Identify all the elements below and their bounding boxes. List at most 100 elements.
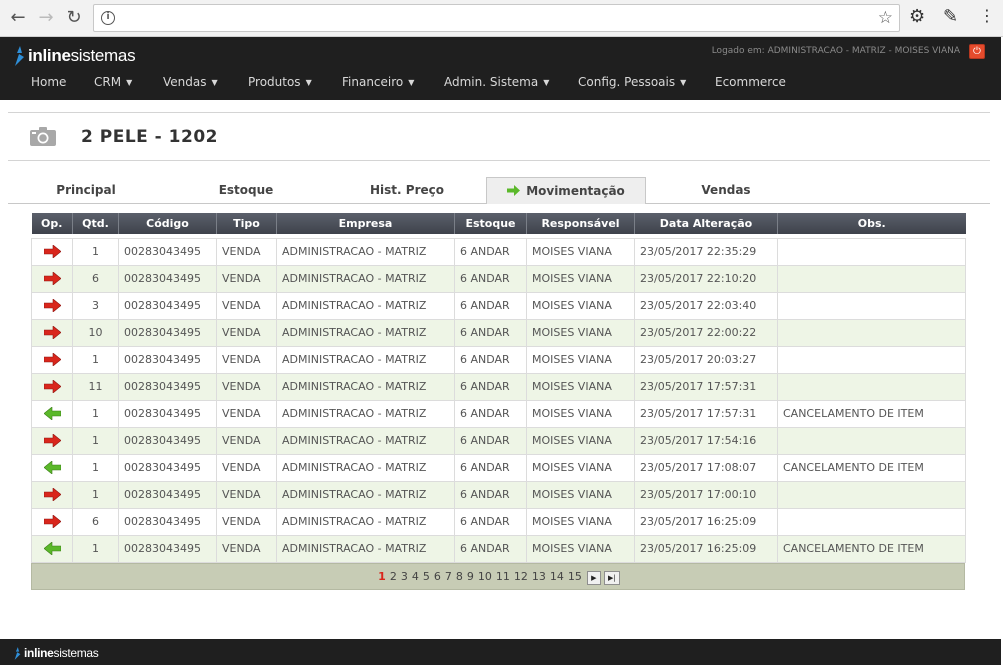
title-top-rule — [8, 112, 990, 113]
page-link[interactable]: 3 — [401, 570, 408, 583]
column-header[interactable]: Empresa — [276, 213, 455, 234]
table-row[interactable]: 6 00283043495 VENDA ADMINISTRACAO - MATRIZ 6… — [31, 507, 966, 536]
gear-icon[interactable]: ⚙ — [909, 6, 925, 27]
logout-power-icon[interactable]: ⏻ — [969, 44, 985, 59]
table-row[interactable]: 1 00283043495 VENDA ADMINISTRACAO - MATRIZ 6… — [31, 237, 966, 266]
cell-tipo: VENDA — [216, 291, 277, 320]
bookmark-star-icon[interactable]: ☆ — [878, 8, 893, 28]
info-icon[interactable]: i — [101, 11, 115, 25]
menu-item-vendas[interactable]: Vendas ▼ — [163, 75, 218, 89]
menu-item-config-pessoais[interactable]: Config. Pessoais ▼ — [578, 75, 686, 89]
cell-estoque: 6 ANDAR — [454, 291, 527, 320]
footer-logo-bold: inline — [24, 646, 54, 660]
tab-hist-preco[interactable]: Hist. Preço — [348, 177, 466, 204]
cell-estoque: 6 ANDAR — [454, 480, 527, 509]
column-header[interactable]: Qtd. — [72, 213, 119, 234]
cell-estoque: 6 ANDAR — [454, 345, 527, 374]
inline-sistemas-logo[interactable]: inlinesistemas — [14, 45, 136, 67]
page-link[interactable]: 8 — [456, 570, 463, 583]
page-link[interactable]: 7 — [445, 570, 452, 583]
camera-icon[interactable] — [30, 127, 56, 146]
eyedropper-extension-icon[interactable]: ✎ — [943, 6, 958, 27]
cell-data: 23/05/2017 20:03:27 — [634, 345, 778, 374]
red-arrow-right-icon — [43, 326, 61, 340]
red-arrow-right-icon — [43, 515, 61, 529]
page-link[interactable]: 15 — [568, 570, 582, 583]
cell-data: 23/05/2017 17:57:31 — [634, 399, 778, 428]
column-header[interactable]: Responsável — [526, 213, 635, 234]
table-row[interactable]: 1 00283043495 VENDA ADMINISTRACAO - MATRIZ 6… — [31, 534, 966, 563]
tab-principal[interactable]: Principal — [28, 177, 144, 204]
cell-qtd: 1 — [72, 480, 119, 509]
cell-obs — [777, 237, 966, 266]
cell-obs — [777, 291, 966, 320]
table-row[interactable]: 6 00283043495 VENDA ADMINISTRACAO - MATRIZ 6… — [31, 264, 966, 293]
table-row[interactable]: 1 00283043495 VENDA ADMINISTRACAO - MATRIZ 6… — [31, 345, 966, 374]
page-link[interactable]: 1 — [378, 570, 386, 583]
cell-tipo: VENDA — [216, 480, 277, 509]
column-header[interactable]: Obs. — [777, 213, 966, 234]
page-link[interactable]: 11 — [496, 570, 510, 583]
cell-responsavel: MOISES VIANA — [526, 372, 635, 401]
table-row[interactable]: 1 00283043495 VENDA ADMINISTRACAO - MATRIZ 6… — [31, 399, 966, 428]
cell-tipo: VENDA — [216, 507, 277, 536]
page-link[interactable]: 2 — [390, 570, 397, 583]
cell-responsavel: MOISES VIANA — [526, 318, 635, 347]
page-link[interactable]: 4 — [412, 570, 419, 583]
menu-dots-icon[interactable]: ⋮ — [979, 6, 995, 25]
menu-item-crm[interactable]: CRM ▼ — [94, 75, 132, 89]
column-header[interactable]: Data Alteração — [634, 213, 778, 234]
cell-obs — [777, 480, 966, 509]
op-cell — [31, 480, 73, 509]
table-row[interactable]: 3 00283043495 VENDA ADMINISTRACAO - MATRIZ 6… — [31, 291, 966, 320]
logo-mark-icon — [15, 46, 24, 66]
table-row[interactable]: 11 00283043495 VENDA ADMINISTRACAO - MATRIZ… — [31, 372, 966, 401]
op-cell — [31, 318, 73, 347]
column-header[interactable]: Estoque — [454, 213, 527, 234]
next-page-icon[interactable]: ▶ — [586, 570, 601, 585]
cell-estoque: 6 ANDAR — [454, 534, 527, 563]
address-bar[interactable]: i ☆ — [93, 4, 900, 32]
back-arrow-icon[interactable]: ← — [6, 6, 30, 30]
page-link[interactable]: 9 — [467, 570, 474, 583]
tab-movimentacao[interactable]: Movimentação — [486, 177, 646, 204]
menu-item-produtos[interactable]: Produtos ▼ — [248, 75, 312, 89]
cell-responsavel: MOISES VIANA — [526, 480, 635, 509]
browser-toolbar: ← → ↻ i ☆ ⚙ ✎ ⋮ — [0, 0, 1003, 37]
cell-obs: CANCELAMENTO DE ITEM — [777, 534, 966, 563]
page-link[interactable]: 14 — [550, 570, 564, 583]
cell-estoque: 6 ANDAR — [454, 453, 527, 482]
page-link[interactable]: 13 — [532, 570, 546, 583]
cell-estoque: 6 ANDAR — [454, 426, 527, 455]
menu-item-home[interactable]: Home — [31, 75, 66, 89]
table-row[interactable]: 1 00283043495 VENDA ADMINISTRACAO - MATRIZ 6… — [31, 480, 966, 509]
page-link[interactable]: 6 — [434, 570, 441, 583]
column-header[interactable]: Op. — [31, 213, 73, 234]
tab-bar: Principal Estoque Hist. Preço Movimentaç… — [8, 177, 990, 204]
page-link[interactable]: 12 — [514, 570, 528, 583]
cell-qtd: 11 — [72, 372, 119, 401]
last-page-icon[interactable]: ▶| — [603, 570, 620, 585]
table-row[interactable]: 1 00283043495 VENDA ADMINISTRACAO - MATRIZ 6… — [31, 426, 966, 455]
tab-vendas[interactable]: Vendas — [668, 177, 784, 204]
column-header[interactable]: Código — [118, 213, 217, 234]
red-arrow-right-icon — [43, 380, 61, 394]
red-arrow-right-icon — [43, 488, 61, 502]
cell-codigo: 00283043495 — [118, 399, 217, 428]
tab-estoque[interactable]: Estoque — [188, 177, 304, 204]
menu-item-ecommerce[interactable]: Ecommerce — [715, 75, 786, 89]
op-cell — [31, 507, 73, 536]
page-link[interactable]: 5 — [423, 570, 430, 583]
page-link[interactable]: 10 — [478, 570, 492, 583]
column-header[interactable]: Tipo — [216, 213, 277, 234]
op-cell — [31, 345, 73, 374]
menu-item-admin-sistema[interactable]: Admin. Sistema ▼ — [444, 75, 549, 89]
op-cell — [31, 372, 73, 401]
reload-icon[interactable]: ↻ — [62, 6, 86, 30]
cell-responsavel: MOISES VIANA — [526, 291, 635, 320]
cell-tipo: VENDA — [216, 318, 277, 347]
forward-arrow-icon[interactable]: → — [34, 6, 58, 30]
menu-item-financeiro[interactable]: Financeiro ▼ — [342, 75, 414, 89]
table-row[interactable]: 10 00283043495 VENDA ADMINISTRACAO - MATRIZ… — [31, 318, 966, 347]
table-row[interactable]: 1 00283043495 VENDA ADMINISTRACAO - MATRIZ 6… — [31, 453, 966, 482]
